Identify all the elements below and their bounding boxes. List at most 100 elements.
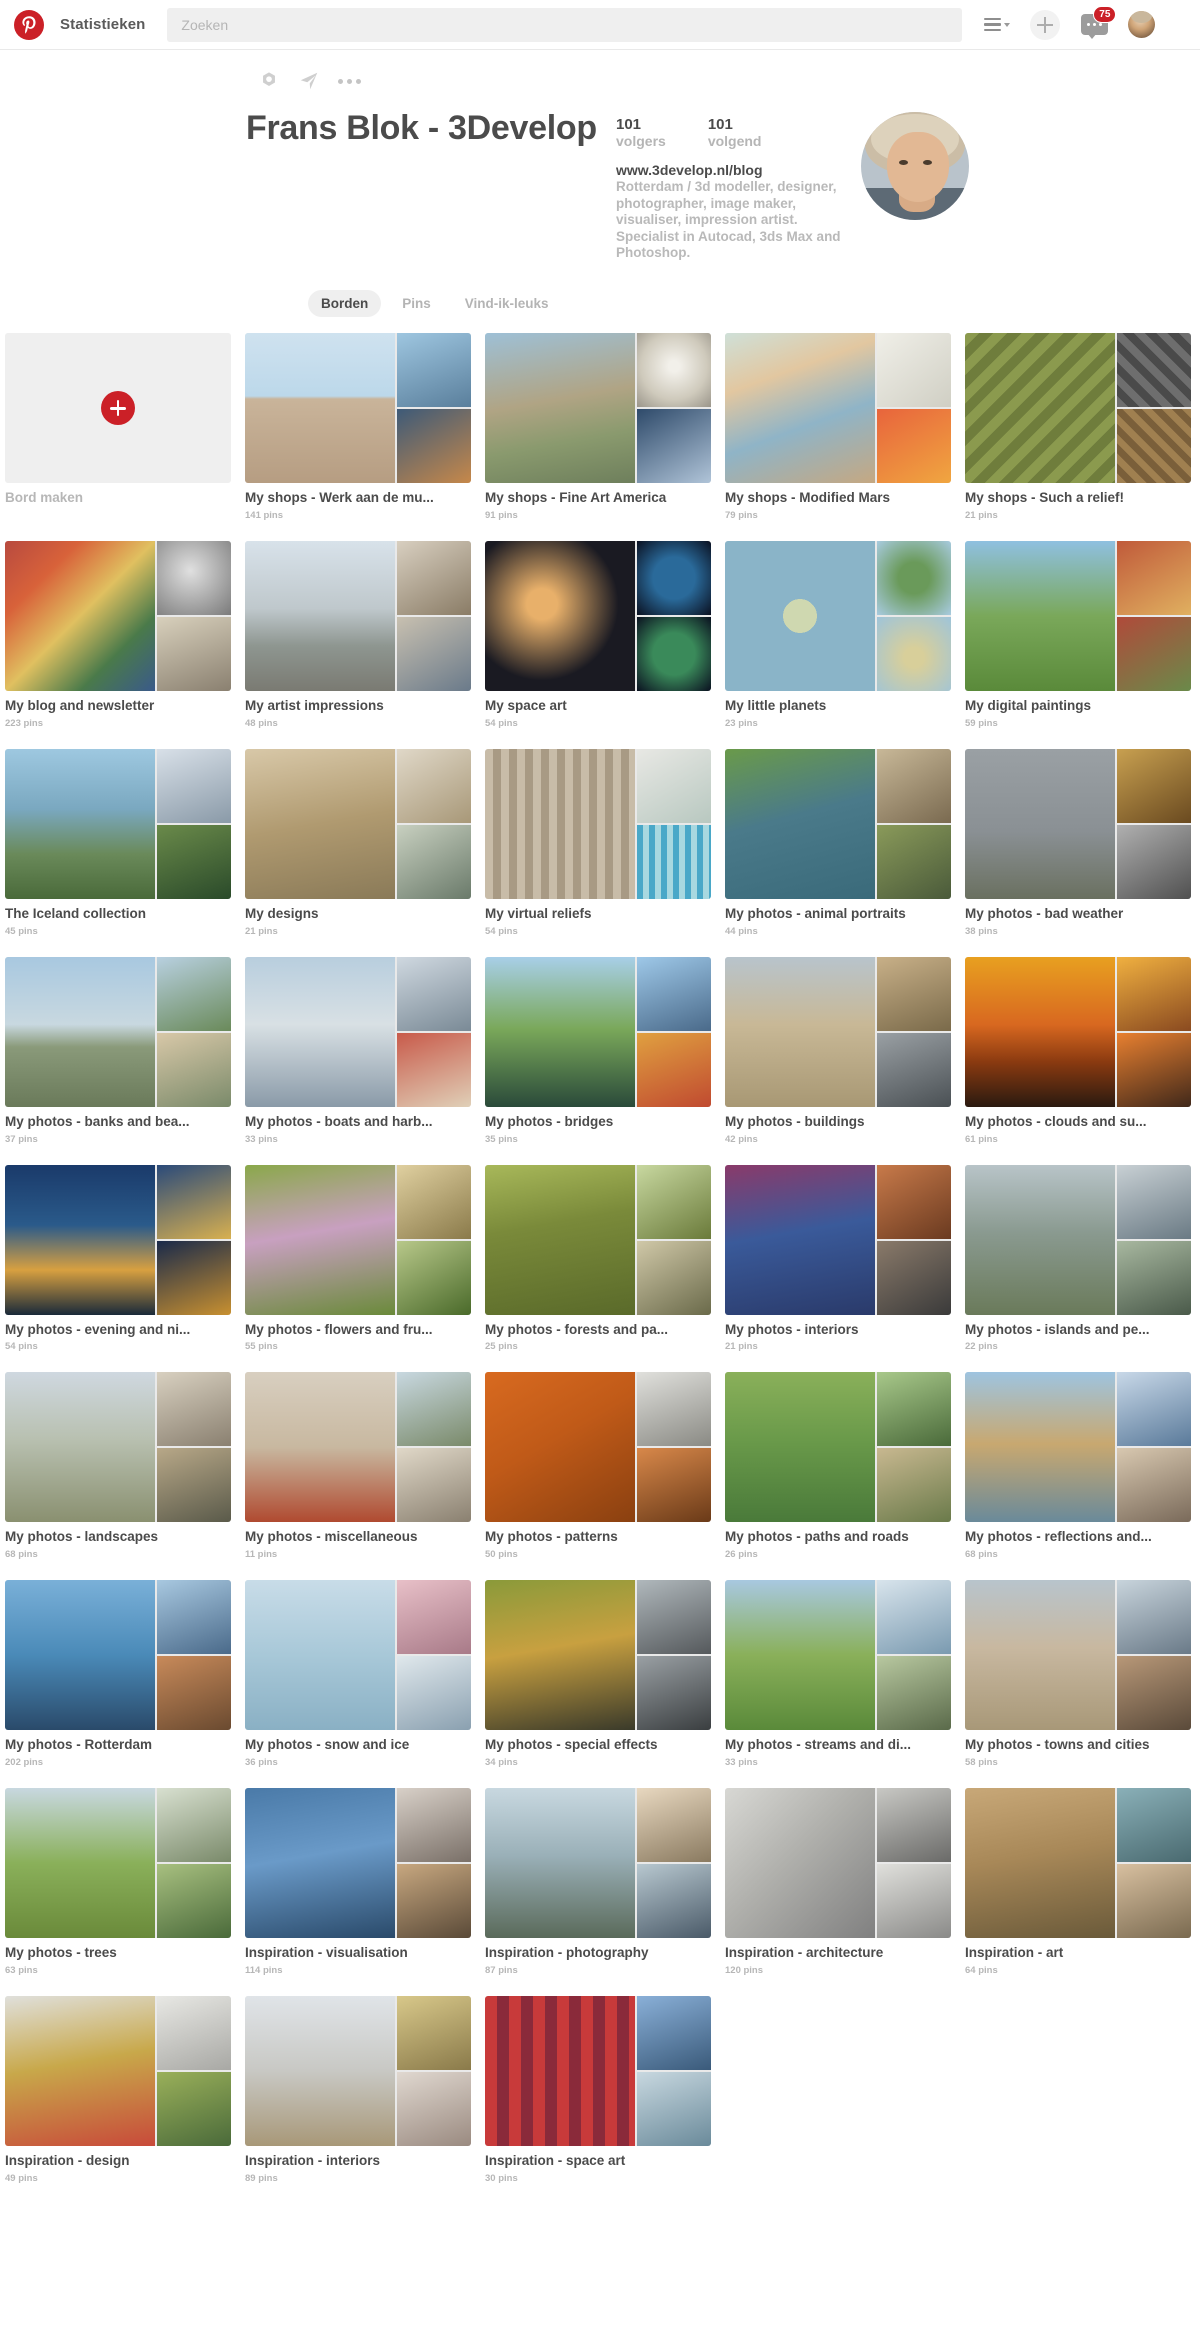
board-cover[interactable] bbox=[725, 1372, 951, 1523]
messages-button[interactable]: 75 bbox=[1080, 5, 1117, 39]
board-cover[interactable] bbox=[485, 1580, 711, 1731]
board-cover[interactable] bbox=[5, 1788, 231, 1939]
board-card[interactable]: My shops - Modified Mars 79 pins bbox=[725, 333, 951, 521]
profile-website-link[interactable]: www.3develop.nl/blog bbox=[616, 162, 841, 178]
board-cover[interactable] bbox=[245, 748, 471, 899]
list-view-icon[interactable] bbox=[984, 17, 1011, 32]
board-card[interactable]: The Iceland collection 45 pins bbox=[5, 748, 231, 937]
tab-borden[interactable]: Borden bbox=[308, 290, 382, 318]
board-card[interactable]: My photos - animal portraits 44 pins bbox=[725, 748, 951, 937]
board-card[interactable]: My photos - clouds and su... 61 pins bbox=[965, 956, 1191, 1145]
following-stat[interactable]: 101 volgend bbox=[708, 116, 762, 150]
tab-pins[interactable]: Pins bbox=[389, 290, 444, 317]
board-cover[interactable] bbox=[245, 1788, 471, 1939]
board-cover[interactable] bbox=[5, 748, 231, 899]
board-cover[interactable] bbox=[965, 540, 1191, 691]
nav-statistics-label[interactable]: Statistieken bbox=[60, 16, 145, 33]
board-cover[interactable] bbox=[965, 1788, 1191, 1939]
board-cover[interactable] bbox=[725, 333, 951, 484]
board-cover[interactable] bbox=[5, 1164, 231, 1315]
board-cover[interactable] bbox=[725, 540, 951, 691]
board-cover[interactable] bbox=[725, 1788, 951, 1939]
board-cover[interactable] bbox=[485, 1788, 711, 1939]
board-card[interactable]: My little planets 23 pins bbox=[725, 540, 951, 729]
board-cover[interactable] bbox=[245, 1996, 471, 2147]
create-board-tile[interactable]: Bord maken bbox=[5, 333, 231, 521]
profile-avatar[interactable] bbox=[861, 112, 969, 220]
pinterest-logo-icon[interactable] bbox=[14, 9, 44, 40]
create-board-cover[interactable] bbox=[5, 333, 231, 484]
board-card[interactable]: My photos - reflections and... 68 pins bbox=[965, 1372, 1191, 1560]
board-card[interactable]: My shops - Such a relief! 21 pins bbox=[965, 333, 1191, 521]
board-cover[interactable] bbox=[485, 1996, 711, 2147]
board-card[interactable]: My designs 21 pins bbox=[245, 748, 471, 937]
board-cover[interactable] bbox=[965, 1580, 1191, 1731]
board-cover[interactable] bbox=[245, 333, 471, 484]
ellipsis-icon[interactable] bbox=[338, 78, 361, 84]
board-cover[interactable] bbox=[965, 333, 1191, 484]
board-card[interactable]: My photos - evening and ni... 54 pins bbox=[5, 1164, 231, 1352]
board-cover[interactable] bbox=[725, 956, 951, 1107]
board-cover[interactable] bbox=[485, 956, 711, 1107]
board-cover[interactable] bbox=[965, 1372, 1191, 1523]
gear-icon[interactable] bbox=[258, 70, 280, 92]
board-card[interactable]: My photos - snow and ice 36 pins bbox=[245, 1580, 471, 1768]
board-cover[interactable] bbox=[725, 1164, 951, 1315]
search-input[interactable] bbox=[181, 16, 949, 33]
add-pin-button[interactable] bbox=[1030, 9, 1061, 40]
board-card[interactable]: My digital paintings 59 pins bbox=[965, 540, 1191, 729]
board-card[interactable]: Inspiration - visualisation 114 pins bbox=[245, 1788, 471, 1976]
board-cover[interactable] bbox=[965, 956, 1191, 1107]
board-card[interactable]: Inspiration - interiors 89 pins bbox=[245, 1996, 471, 2184]
board-card[interactable]: My photos - flowers and fru... 55 pins bbox=[245, 1164, 471, 1352]
board-cover[interactable] bbox=[485, 1372, 711, 1523]
board-cover[interactable] bbox=[5, 956, 231, 1107]
board-card[interactable]: My photos - trees 63 pins bbox=[5, 1788, 231, 1976]
board-cover[interactable] bbox=[725, 748, 951, 899]
send-paper-plane-icon[interactable] bbox=[298, 70, 320, 92]
board-card[interactable]: My artist impressions 48 pins bbox=[245, 540, 471, 729]
board-card[interactable]: Inspiration - design 49 pins bbox=[5, 1996, 231, 2184]
board-cover[interactable] bbox=[5, 1372, 231, 1523]
board-cover[interactable] bbox=[245, 1372, 471, 1523]
followers-stat[interactable]: 101 volgers bbox=[616, 116, 666, 150]
tab-vind-ik-leuks[interactable]: Vind-ik-leuks bbox=[452, 290, 562, 317]
board-cover[interactable] bbox=[485, 1164, 711, 1315]
board-cover[interactable] bbox=[245, 1580, 471, 1731]
board-card[interactable]: Inspiration - space art 30 pins bbox=[485, 1996, 711, 2184]
board-card[interactable]: Inspiration - architecture 120 pins bbox=[725, 1788, 951, 1976]
board-card[interactable]: My photos - forests and pa... 25 pins bbox=[485, 1164, 711, 1352]
board-card[interactable]: Inspiration - art 64 pins bbox=[965, 1788, 1191, 1976]
board-cover[interactable] bbox=[965, 1164, 1191, 1315]
board-card[interactable]: My photos - islands and pe... 22 pins bbox=[965, 1164, 1191, 1352]
board-cover[interactable] bbox=[5, 1580, 231, 1731]
board-card[interactable]: My photos - towns and cities 58 pins bbox=[965, 1580, 1191, 1768]
board-card[interactable]: My photos - miscellaneous 11 pins bbox=[245, 1372, 471, 1560]
board-cover[interactable] bbox=[5, 540, 231, 691]
board-cover[interactable] bbox=[485, 333, 711, 484]
board-card[interactable]: My photos - streams and di... 33 pins bbox=[725, 1580, 951, 1768]
board-card[interactable]: My blog and newsletter 223 pins bbox=[5, 540, 231, 729]
board-cover[interactable] bbox=[725, 1580, 951, 1731]
board-cover[interactable] bbox=[245, 540, 471, 691]
board-card[interactable]: Inspiration - photography 87 pins bbox=[485, 1788, 711, 1976]
board-card[interactable]: My photos - banks and bea... 37 pins bbox=[5, 956, 231, 1145]
board-card[interactable]: My photos - patterns 50 pins bbox=[485, 1372, 711, 1560]
board-card[interactable]: My photos - bad weather 38 pins bbox=[965, 748, 1191, 937]
board-card[interactable]: My photos - special effects 34 pins bbox=[485, 1580, 711, 1768]
board-cover[interactable] bbox=[485, 748, 711, 899]
board-cover[interactable] bbox=[245, 1164, 471, 1315]
board-card[interactable]: My photos - buildings 42 pins bbox=[725, 956, 951, 1145]
search-bar[interactable] bbox=[167, 7, 963, 42]
header-avatar[interactable] bbox=[1128, 11, 1156, 38]
board-card[interactable]: My shops - Fine Art America 91 pins bbox=[485, 333, 711, 521]
board-cover[interactable] bbox=[485, 540, 711, 691]
board-card[interactable]: My photos - paths and roads 26 pins bbox=[725, 1372, 951, 1560]
board-card[interactable]: My virtual reliefs 54 pins bbox=[485, 748, 711, 937]
board-card[interactable]: My photos - landscapes 68 pins bbox=[5, 1372, 231, 1560]
board-cover[interactable] bbox=[965, 748, 1191, 899]
board-card[interactable]: My photos - Rotterdam 202 pins bbox=[5, 1580, 231, 1768]
board-card[interactable]: My space art 54 pins bbox=[485, 540, 711, 729]
board-cover[interactable] bbox=[245, 956, 471, 1107]
board-card[interactable]: My photos - boats and harb... 33 pins bbox=[245, 956, 471, 1145]
